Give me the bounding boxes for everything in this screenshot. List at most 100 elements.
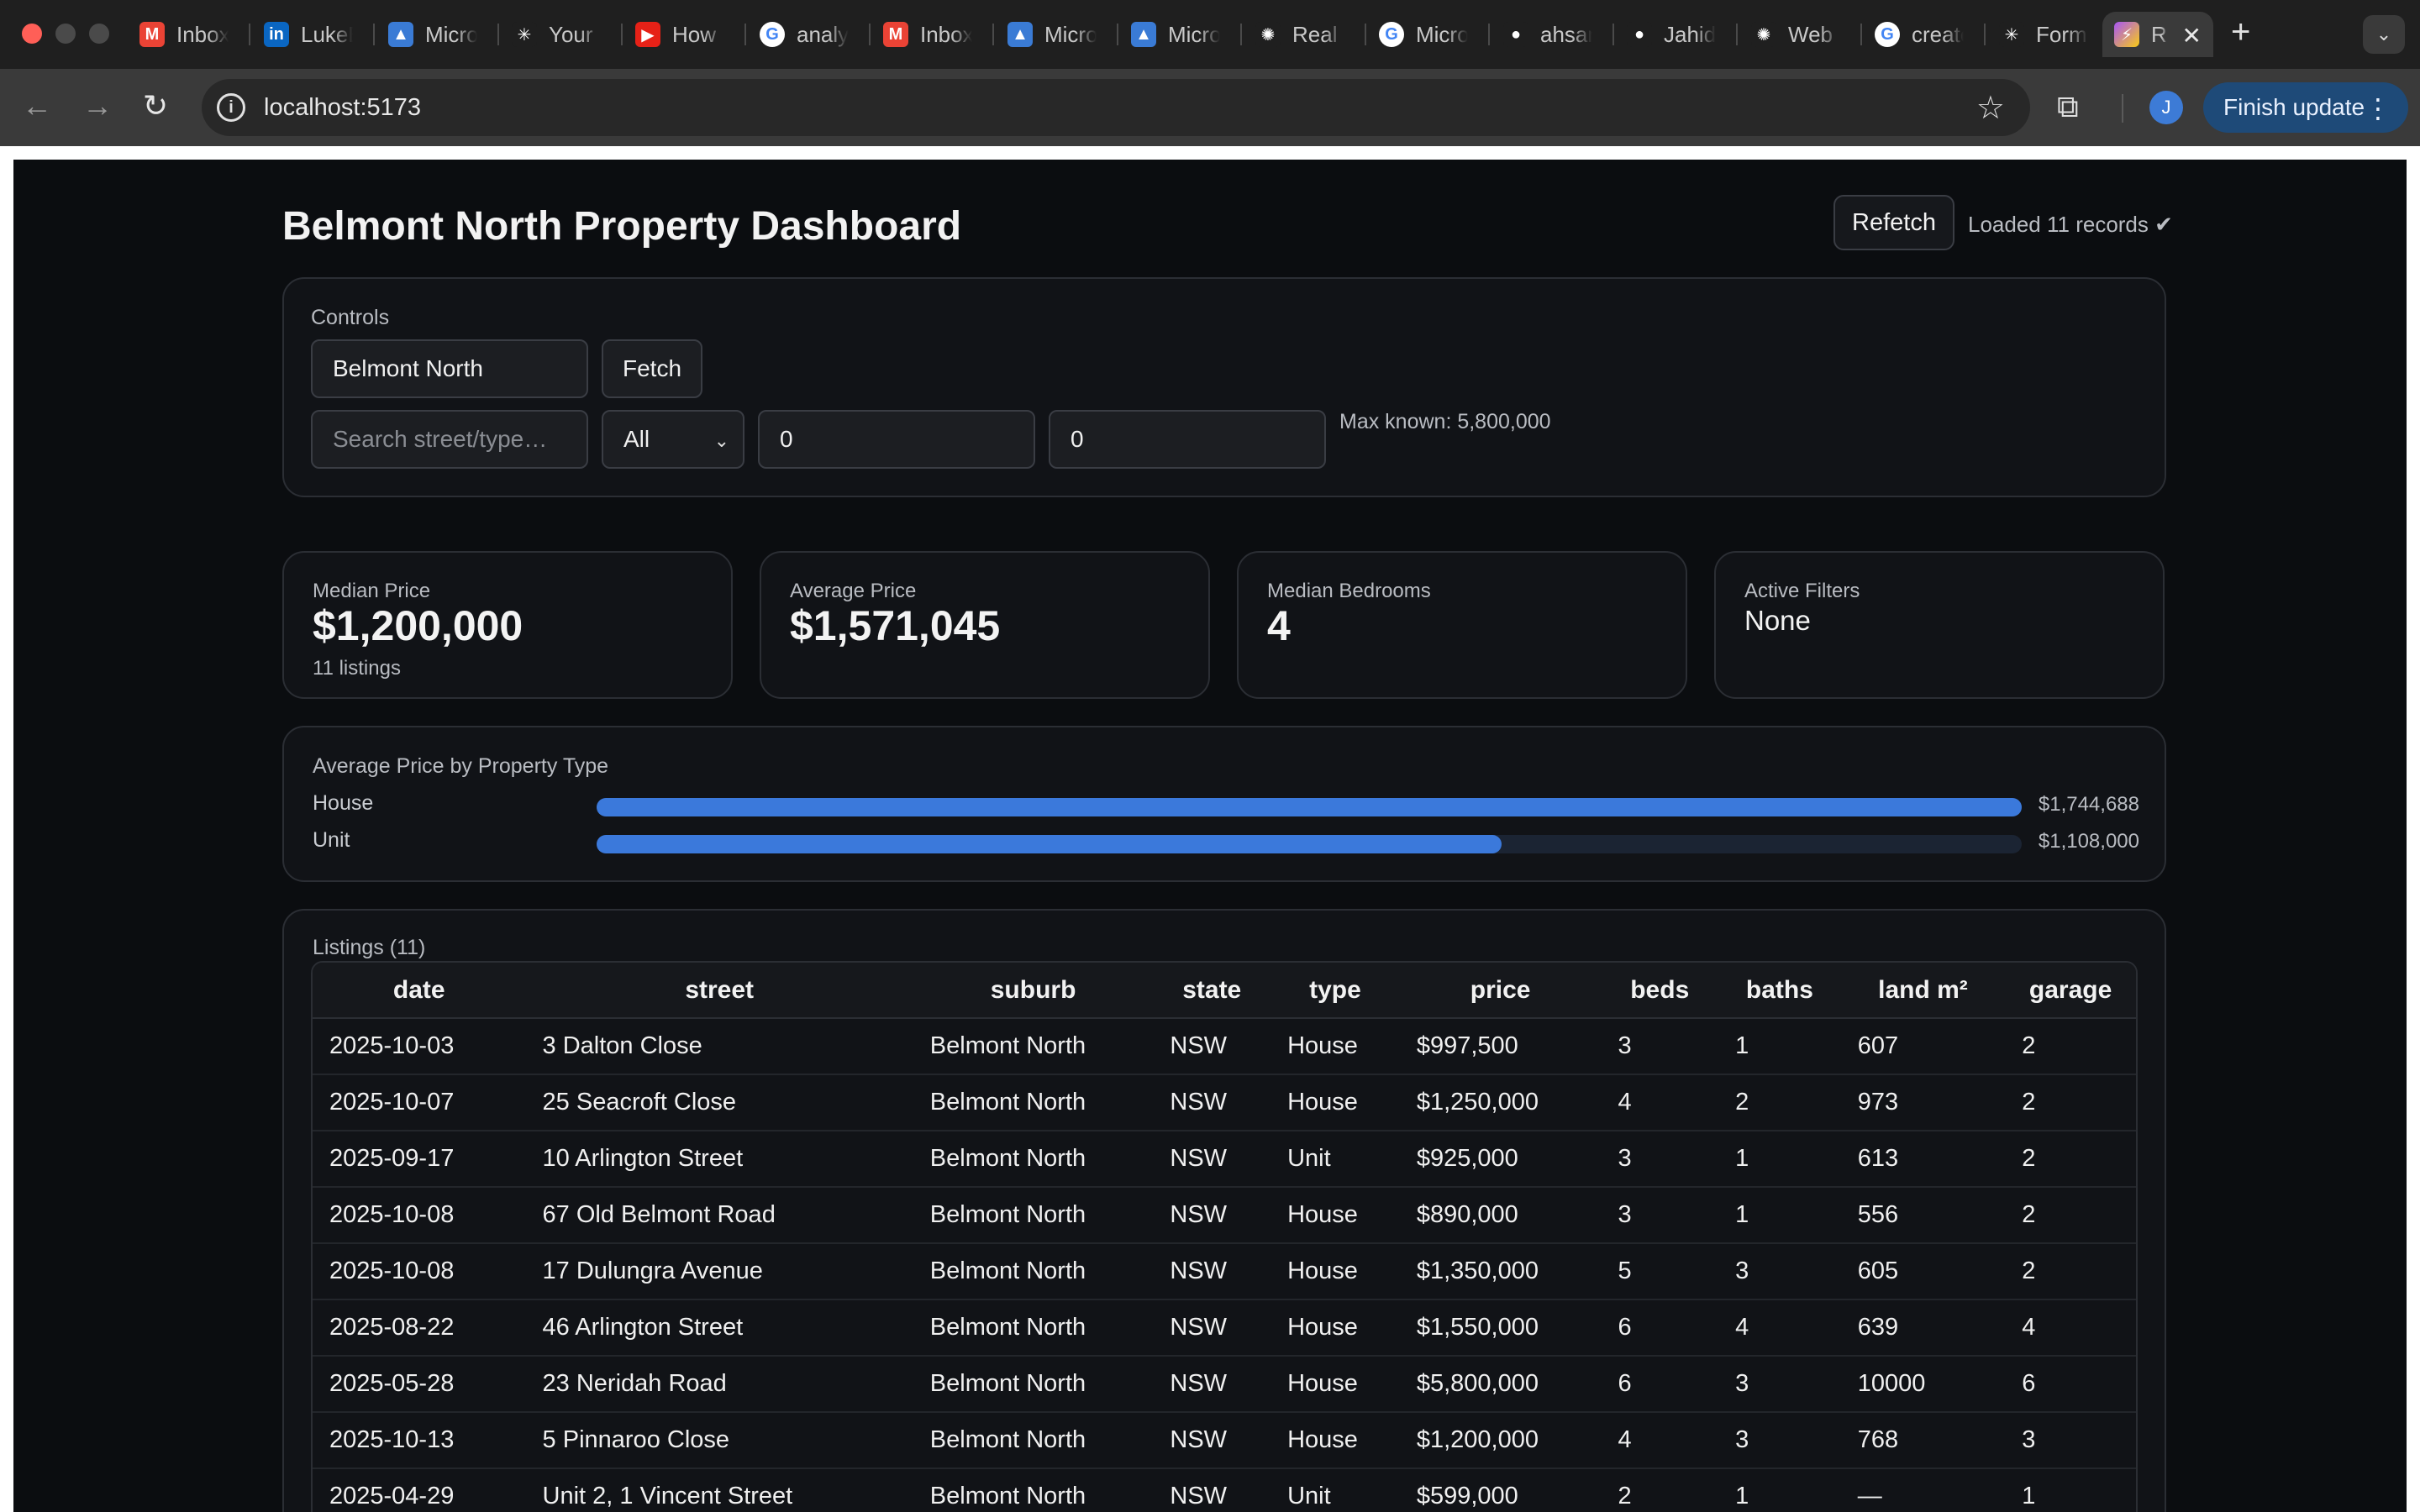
suburb-input[interactable]: Belmont North: [311, 339, 588, 398]
table-cell: NSW: [1153, 1412, 1271, 1469]
close-tab-icon[interactable]: ✕: [2182, 22, 2202, 50]
tab-separator: [373, 24, 375, 45]
browser-tab[interactable]: in LukeBurgess: [252, 12, 375, 57]
table-cell: 3: [1718, 1356, 1841, 1413]
table-row[interactable]: 2025-09-17 10 Arlington Street Belmont Nor…: [313, 1131, 2136, 1188]
type-select-value: All: [623, 426, 650, 452]
browser-tab[interactable]: ▲ Microsoft: [996, 12, 1118, 57]
browser-tab[interactable]: M Inbox: [871, 12, 994, 57]
url-text[interactable]: localhost:5173: [264, 94, 421, 122]
table-row[interactable]: 2025-04-29 Unit 2, 1 Vincent Street Belmon…: [313, 1468, 2136, 1512]
table-cell: $1,350,000: [1399, 1243, 1602, 1300]
browser-tab[interactable]: M Inbox: [128, 12, 250, 57]
browser-tab[interactable]: ● ahsan: [1491, 12, 1614, 57]
more-vert-icon[interactable]: ⋮: [2365, 92, 2391, 124]
column-header[interactable]: date: [313, 963, 526, 1019]
table-cell: —: [1840, 1468, 2006, 1512]
browser-tab-active[interactable]: ⚡ R ✕: [2102, 12, 2213, 57]
browser-tab[interactable]: ✳ Your: [500, 12, 623, 57]
table-cell: House: [1270, 1412, 1400, 1469]
browser-tab[interactable]: ✺ Web: [1739, 12, 1862, 57]
table-cell: 2025-10-13: [313, 1412, 526, 1469]
back-arrow-icon[interactable]: ←: [22, 89, 52, 123]
column-header[interactable]: type: [1270, 963, 1400, 1019]
table-cell: NSW: [1153, 1243, 1271, 1300]
table-row[interactable]: 2025-10-13 5 Pinnaroo Close Belmont North N…: [313, 1412, 2136, 1469]
table-row[interactable]: 2025-10-08 67 Old Belmont Road Belmont Nor…: [313, 1187, 2136, 1244]
browser-tab[interactable]: ✳ Form: [1987, 12, 2110, 57]
table-cell: 768: [1840, 1412, 2006, 1469]
browser-tab[interactable]: ▲ Microsoft: [376, 12, 499, 57]
toolbar-divider: [2122, 94, 2123, 123]
column-header[interactable]: price: [1399, 963, 1602, 1019]
table-cell: 4: [1718, 1299, 1841, 1357]
table-cell: Belmont North: [913, 1299, 1154, 1357]
minimize-window-button[interactable]: [55, 24, 76, 44]
reload-icon[interactable]: ↻: [143, 89, 168, 123]
type-select[interactable]: All ⌄: [602, 410, 744, 469]
table-cell: $1,200,000: [1399, 1412, 1602, 1469]
column-header[interactable]: baths: [1718, 963, 1841, 1019]
refetch-button[interactable]: Refetch: [1833, 195, 1954, 250]
browser-tab-title: Microsoft: [425, 21, 477, 47]
column-header[interactable]: state: [1153, 963, 1271, 1019]
table-row[interactable]: 2025-10-03 3 Dalton Close Belmont North NSW…: [313, 1018, 2136, 1075]
browser-tab[interactable]: G Microsoft: [1367, 12, 1490, 57]
column-header[interactable]: land m²: [1840, 963, 2006, 1019]
table-cell: 607: [1840, 1018, 2006, 1075]
perplexity-icon: ✳: [512, 22, 537, 47]
table-cell: 2025-09-17: [313, 1131, 526, 1188]
address-bar[interactable]: i localhost:5173 ☆: [202, 79, 2030, 136]
browser-tab[interactable]: ● Jahid: [1615, 12, 1738, 57]
browser-tab[interactable]: Ganalytics: [748, 12, 871, 57]
column-header[interactable]: street: [525, 963, 913, 1019]
maximize-window-button[interactable]: [89, 24, 109, 44]
column-header[interactable]: beds: [1601, 963, 1719, 1019]
table-cell: 10000: [1840, 1356, 2006, 1413]
controls-label: Controls: [311, 306, 390, 329]
browser-tab-title: How: [672, 21, 717, 47]
browser-tab[interactable]: ▲ Microsoft: [1119, 12, 1242, 57]
column-header[interactable]: suburb: [913, 963, 1154, 1019]
listings-table: date street suburb state type price beds baths l…: [313, 963, 2136, 1512]
table-cell: 2: [2005, 1018, 2136, 1075]
table-cell: 2: [1601, 1468, 1719, 1512]
forward-arrow-icon[interactable]: →: [82, 89, 113, 123]
controls-panel: Controls Belmont North Fetch Search stre…: [282, 277, 2166, 497]
table-cell: $5,800,000: [1399, 1356, 1602, 1413]
table-cell: 1: [2005, 1468, 2136, 1512]
table-row[interactable]: 2025-10-08 17 Dulungra Avenue Belmont Nort…: [313, 1243, 2136, 1300]
column-header[interactable]: garage: [2005, 963, 2136, 1019]
bookmark-star-icon[interactable]: ☆: [1976, 89, 2005, 127]
extensions-puzzle-icon[interactable]: ⧉: [2057, 89, 2079, 125]
close-window-button[interactable]: [22, 24, 42, 44]
browser-tab[interactable]: Gcreate: [1863, 12, 1986, 57]
fetch-button[interactable]: Fetch: [602, 339, 702, 398]
browser-tab[interactable]: ✺ Real: [1244, 12, 1366, 57]
page-title: Belmont North Property Dashboard: [282, 204, 962, 249]
tab-search-chevron-icon[interactable]: ⌄: [2363, 15, 2405, 54]
search-input[interactable]: Search street/type…: [311, 410, 588, 469]
site-info-icon[interactable]: i: [217, 93, 245, 122]
table-cell: Belmont North: [913, 1131, 1154, 1188]
table-row[interactable]: 2025-05-28 23 Neridah Road Belmont North NS…: [313, 1356, 2136, 1413]
new-tab-icon[interactable]: +: [2231, 13, 2250, 51]
finish-update-label: Finish update: [2223, 94, 2365, 120]
table-cell: House: [1270, 1356, 1400, 1413]
finish-update-button[interactable]: Finish update ⋮: [2203, 82, 2408, 133]
table-cell: 973: [1840, 1074, 2006, 1131]
profile-avatar[interactable]: J: [2149, 91, 2183, 124]
min-price-input[interactable]: 0: [758, 410, 1035, 469]
table-cell: 2025-10-08: [313, 1243, 526, 1300]
openai-icon: ✺: [1255, 22, 1281, 47]
bar-row: Unit $1,108,000: [313, 828, 2139, 853]
table-row[interactable]: 2025-10-07 25 Seacroft Close Belmont North…: [313, 1074, 2136, 1131]
tab-separator: [1984, 24, 1986, 45]
table-row[interactable]: 2025-08-22 46 Arlington Street Belmont Nor…: [313, 1299, 2136, 1357]
stat-card-active-filters: Active Filters None: [1714, 551, 2165, 699]
browser-tab-title: Real: [1292, 21, 1338, 47]
table-cell: 25 Seacroft Close: [525, 1074, 913, 1131]
table-cell: 4: [1601, 1074, 1719, 1131]
max-price-input[interactable]: 0: [1049, 410, 1326, 469]
browser-tab[interactable]: ▶ How: [623, 12, 746, 57]
